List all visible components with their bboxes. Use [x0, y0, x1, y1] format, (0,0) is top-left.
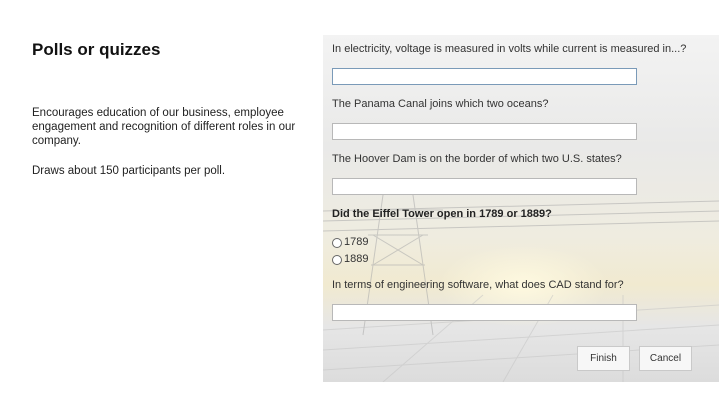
question-1-label: In electricity, voltage is measured in v… — [332, 43, 687, 55]
question-3-input[interactable] — [332, 178, 637, 195]
question-3-label: The Hoover Dam is on the border of which… — [332, 153, 622, 165]
option-1889[interactable]: 1889 — [332, 252, 368, 265]
question-5-label: In terms of engineering software, what d… — [332, 279, 624, 291]
radio-1889[interactable] — [332, 255, 342, 265]
quiz-form: In electricity, voltage is measured in v… — [323, 35, 719, 382]
slide-title: Polls or quizzes — [32, 40, 161, 59]
question-2-input[interactable] — [332, 123, 637, 140]
cancel-button[interactable]: Cancel — [639, 346, 692, 371]
question-4-label: Did the Eiffel Tower open in 1789 or 188… — [332, 208, 552, 220]
option-1889-label: 1889 — [344, 252, 369, 265]
question-1-input[interactable] — [332, 68, 637, 85]
finish-button[interactable]: Finish — [577, 346, 630, 371]
option-1789[interactable]: 1789 — [332, 235, 368, 248]
question-5-input[interactable] — [332, 304, 637, 321]
question-2-label: The Panama Canal joins which two oceans? — [332, 98, 549, 110]
participation-text: Draws about 150 participants per poll. — [32, 165, 226, 177]
option-1789-label: 1789 — [344, 235, 369, 248]
radio-1789[interactable] — [332, 238, 342, 248]
description-text: Encourages education of our business, em… — [32, 107, 296, 147]
